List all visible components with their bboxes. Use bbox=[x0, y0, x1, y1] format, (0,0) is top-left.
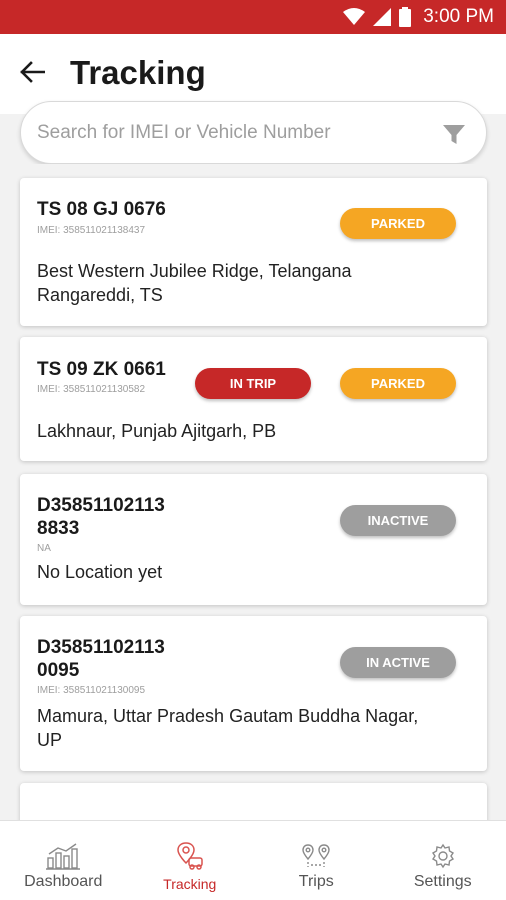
nav-tracking[interactable]: Tracking bbox=[127, 821, 254, 900]
signal-icon bbox=[373, 8, 392, 26]
wifi-icon bbox=[343, 8, 366, 25]
nav-label: Tracking bbox=[163, 876, 217, 892]
vehicle-location: Best Western Jubilee Ridge, Telangana bbox=[37, 261, 352, 281]
vehicle-number-line2: 8833 bbox=[37, 518, 80, 539]
nav-label: Trips bbox=[298, 873, 334, 890]
nav-trips[interactable]: Trips bbox=[253, 821, 380, 900]
gear-icon bbox=[431, 843, 454, 869]
search-input[interactable] bbox=[37, 102, 437, 163]
back-button[interactable] bbox=[16, 56, 48, 88]
vehicle-number: D35851102113 bbox=[37, 637, 165, 658]
status-badge-inactive[interactable]: IN ACTIVE bbox=[340, 647, 456, 678]
bar-chart-icon bbox=[46, 843, 81, 870]
back-arrow-icon bbox=[20, 61, 45, 83]
page-title: Tracking bbox=[70, 54, 206, 91]
vehicle-number: TS 08 GJ 0676 bbox=[37, 199, 166, 220]
vehicle-location-line2: UP bbox=[37, 730, 63, 750]
vehicle-card[interactable]: TS 08 GJ 0676 IMEI: 358511021138437 PARK… bbox=[20, 178, 487, 326]
vehicle-card-partial[interactable] bbox=[20, 783, 487, 820]
vehicle-imei: IMEI: 358511021130095 bbox=[37, 685, 146, 696]
vehicle-location: Mamura, Uttar Pradesh Gautam Buddha Naga… bbox=[37, 706, 419, 726]
filter-button[interactable] bbox=[442, 122, 466, 146]
vehicle-number: TS 09 ZK 0661 bbox=[37, 359, 166, 380]
clock: 3:00 PM bbox=[423, 6, 494, 27]
nav-label: Dashboard bbox=[24, 873, 103, 890]
nav-label: Settings bbox=[413, 873, 472, 890]
vehicle-number-line2: 0095 bbox=[37, 660, 80, 681]
vehicle-location: Lakhnaur, Punjab Ajitgarh, PB bbox=[37, 421, 277, 441]
battery-icon bbox=[399, 7, 412, 27]
status-badge-inactive[interactable]: INACTIVE bbox=[340, 505, 456, 536]
vehicle-card[interactable]: D35851102113 0095 IMEI: 358511021130095 … bbox=[20, 616, 487, 771]
status-bar: 3:00 PM bbox=[0, 0, 506, 34]
nav-dashboard[interactable]: Dashboard bbox=[0, 821, 127, 900]
vehicle-location: No Location yet bbox=[37, 562, 163, 582]
status-badge-parked[interactable]: PARKED bbox=[340, 368, 456, 399]
vehicle-location-line2: Rangareddi, TS bbox=[37, 285, 163, 305]
vehicle-card[interactable]: D35851102113 8833 NA INACTIVE No Locatio… bbox=[20, 474, 487, 605]
trip-pins-icon bbox=[302, 844, 330, 867]
vehicle-list: TS 08 GJ 0676 IMEI: 358511021138437 PARK… bbox=[0, 164, 506, 820]
filter-icon bbox=[443, 125, 465, 144]
vehicle-card[interactable]: TS 09 ZK 0661 IMEI: 358511021130582 IN T… bbox=[20, 337, 487, 461]
bottom-navigation: Dashboard Tracking Trips Settings bbox=[0, 820, 506, 900]
status-badge-parked[interactable]: PARKED bbox=[340, 208, 456, 239]
vehicle-imei: IMEI: 358511021138437 bbox=[37, 225, 146, 236]
nav-settings[interactable]: Settings bbox=[380, 821, 506, 900]
vehicle-imei: IMEI: 358511021130582 bbox=[37, 384, 146, 395]
search-bar bbox=[20, 101, 487, 164]
status-badge-in-trip[interactable]: IN TRIP bbox=[195, 368, 311, 399]
vehicle-imei: NA bbox=[37, 543, 51, 554]
vehicle-number: D35851102113 bbox=[37, 495, 165, 516]
location-pin-icon bbox=[176, 842, 203, 870]
